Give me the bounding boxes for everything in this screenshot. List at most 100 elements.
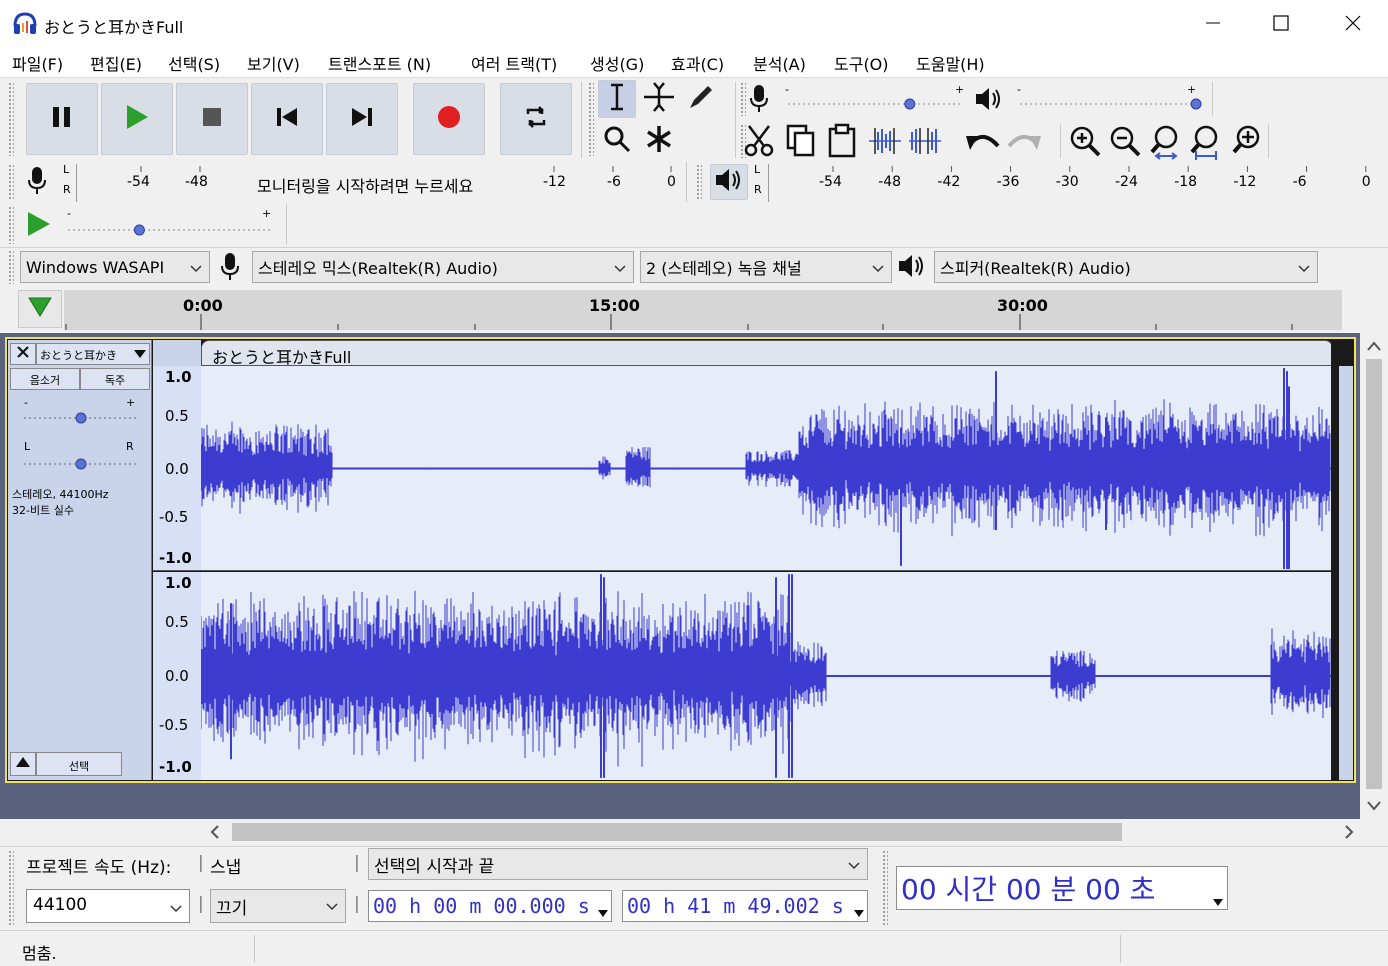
divider: | <box>198 894 204 914</box>
empty-track-space[interactable] <box>0 785 1360 819</box>
chevron-down-icon <box>325 898 339 918</box>
pan-slider[interactable] <box>22 454 140 474</box>
undo-button[interactable] <box>964 126 1002 160</box>
menu-help[interactable]: 도움말(H) <box>916 51 985 75</box>
minimize-button[interactable] <box>1178 0 1248 46</box>
snap-select[interactable]: 끄기 <box>210 889 346 923</box>
audio-host-select[interactable]: Windows WASAPI <box>20 251 210 283</box>
selection-mode-select[interactable]: 선택의 시작과 끝 <box>368 848 868 880</box>
close-button[interactable] <box>1318 0 1388 46</box>
tools-toolbar-grip[interactable] <box>588 82 594 156</box>
selection-toolbar-grip[interactable] <box>8 850 14 926</box>
recording-device-value: 스테레오 믹스(Realtek(R) Audio) <box>258 259 498 278</box>
selection-end-time[interactable]: 00 h 41 m 49.002 s <box>622 890 868 922</box>
timeline-ruler[interactable]: 0:00 15:00 30:00 <box>64 290 1342 330</box>
draw-tool-button[interactable] <box>682 80 720 118</box>
play-button[interactable] <box>101 83 173 155</box>
skip-to-end-button[interactable] <box>326 83 398 155</box>
play-meter-speaker-button[interactable] <box>710 164 748 200</box>
channel-1-waveform[interactable] <box>201 366 1331 571</box>
pause-button[interactable] <box>26 83 98 155</box>
selection-start-time[interactable]: 00 h 00 m 00.000 s <box>368 890 612 922</box>
fit-project-button[interactable] <box>1188 124 1222 164</box>
maximize-button[interactable] <box>1246 0 1316 46</box>
mute-button[interactable]: 음소거 <box>10 368 80 390</box>
transport-toolbar-grip[interactable] <box>8 82 14 156</box>
menu-edit[interactable]: 편집(E) <box>90 51 142 75</box>
play-meter-grip[interactable] <box>696 164 702 200</box>
play-meter-speaker-icon <box>714 167 744 197</box>
track-name-menu[interactable]: おとうと耳かき <box>36 343 150 365</box>
play-at-speed-button[interactable] <box>24 208 54 244</box>
menu-view[interactable]: 보기(V) <box>247 51 300 75</box>
cut-button[interactable] <box>743 123 777 163</box>
audio-position-display[interactable]: 00 시간 00 분 00 초 <box>896 866 1228 910</box>
collapse-track-button[interactable] <box>10 752 36 776</box>
scale-label: 1.0 <box>165 574 192 592</box>
clip-header[interactable]: おとうと耳かきFull <box>201 340 1333 367</box>
channel-1-amplitude-scale[interactable]: 1.0 0.5 0.0 -0.5 -1.0 <box>153 366 201 571</box>
trim-audio-button[interactable] <box>868 126 902 160</box>
recording-channels-select[interactable]: 2 (스테레오) 녹음 채널 <box>640 251 892 283</box>
scale-label: -1.0 <box>159 549 192 567</box>
menu-tools[interactable]: 도구(O) <box>834 51 889 75</box>
solo-button[interactable]: 독주 <box>80 368 150 390</box>
timeline-options-button[interactable] <box>18 290 62 328</box>
vertical-scroll-thumb[interactable] <box>1366 359 1382 789</box>
divider: | <box>354 853 360 873</box>
triangle-down-icon <box>598 899 608 923</box>
fit-selection-button[interactable] <box>1148 124 1182 164</box>
menu-tracks[interactable]: 여러 트랙(T) <box>471 51 557 75</box>
playback-device-select[interactable]: 스피커(Realtek(R) Audio) <box>934 251 1318 283</box>
waveform-path <box>201 399 1331 537</box>
scroll-left-icon[interactable] <box>210 825 220 843</box>
gain-slider[interactable] <box>22 408 140 428</box>
zoom-toggle-button[interactable] <box>1230 124 1264 162</box>
envelope-tool-button[interactable] <box>640 80 678 118</box>
recording-device-select[interactable]: 스테레오 믹스(Realtek(R) Audio) <box>252 251 634 283</box>
skip-to-start-button[interactable] <box>251 83 323 155</box>
record-button[interactable] <box>413 83 485 155</box>
record-meter-microphone-icon[interactable] <box>26 166 48 200</box>
silence-audio-button[interactable] <box>908 126 942 160</box>
track-close-button[interactable] <box>10 343 36 365</box>
record-volume-slider[interactable] <box>786 94 966 114</box>
horizontal-scroll-thumb[interactable] <box>232 823 1122 841</box>
menu-select[interactable]: 선택(S) <box>168 51 220 75</box>
record-meter-grip[interactable] <box>8 164 14 200</box>
play-speed-slider[interactable] <box>66 220 276 240</box>
channel-2-amplitude-scale[interactable]: 1.0 0.5 0.0 -0.5 -1.0 <box>153 572 201 780</box>
zoom-tool-button[interactable] <box>598 122 636 160</box>
stop-button[interactable] <box>176 83 248 155</box>
horizontal-scrollbar[interactable] <box>0 819 1388 845</box>
paste-button[interactable] <box>825 123 859 163</box>
menu-effect[interactable]: 효과(C) <box>671 51 724 75</box>
menu-analyze[interactable]: 분석(A) <box>753 51 806 75</box>
project-rate-value: 44100 <box>33 895 88 915</box>
mixer-toolbar-grip[interactable] <box>740 82 746 116</box>
zoom-in-button[interactable] <box>1068 124 1102 162</box>
vertical-scrollbar[interactable] <box>1360 333 1388 819</box>
menu-transport[interactable]: 트랜스포트 (N) <box>328 51 431 75</box>
play-volume-slider[interactable] <box>1018 94 1204 114</box>
play-at-speed-grip[interactable] <box>8 206 14 244</box>
copy-button[interactable] <box>784 123 818 163</box>
loop-button[interactable] <box>500 83 572 155</box>
selection-tool-button[interactable] <box>598 80 636 118</box>
scroll-down-icon[interactable] <box>1367 799 1381 815</box>
multi-tool-button[interactable] <box>640 122 678 160</box>
menu-generate[interactable]: 생성(G) <box>590 51 644 75</box>
project-rate-combo[interactable]: 44100 <box>26 889 190 923</box>
menu-file[interactable]: 파일(F) <box>12 51 63 75</box>
channel-2-waveform[interactable] <box>201 572 1331 780</box>
scroll-up-icon[interactable] <box>1367 339 1381 355</box>
select-track-button[interactable]: 선택 <box>36 752 122 776</box>
play-meter[interactable]: -54 -48 -42 -36 -30 -24 -18 -12 -6 0 <box>768 164 1372 202</box>
time-toolbar-grip[interactable] <box>882 850 888 926</box>
device-toolbar-grip[interactable] <box>8 250 14 284</box>
record-meter[interactable]: -54 -48 모니터링을 시작하려면 누르세요 -12 -6 0 <box>76 164 680 202</box>
monitor-prompt[interactable]: 모니터링을 시작하려면 누르세요 <box>257 173 473 197</box>
scroll-right-icon[interactable] <box>1344 825 1354 843</box>
redo-button[interactable] <box>1005 126 1043 160</box>
zoom-out-button[interactable] <box>1108 124 1142 162</box>
